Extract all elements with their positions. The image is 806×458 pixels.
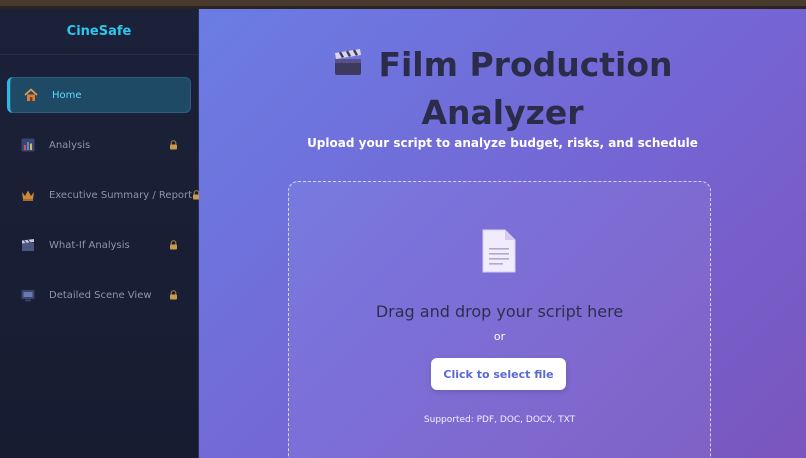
page-subtitle: Upload your script to analyze budget, ri… [307,136,698,150]
sidebar: CineSafe Home Analysis Executive Summary… [0,9,201,458]
window-top-bar [0,0,806,9]
or-text: or [493,330,506,343]
sidebar-item-what-if[interactable]: What-If Analysis [7,227,191,263]
title-line-1: Film Production [378,45,673,84]
sidebar-item-analysis[interactable]: Analysis [7,127,191,163]
house-icon [23,87,39,103]
supported-formats: Supported: PDF, DOC, DOCX, TXT [423,415,576,425]
clapper-icon [20,237,36,253]
sidebar-item-detailed-scene-view[interactable]: Detailed Scene View [7,277,191,313]
select-file-button[interactable]: Click to select file [431,358,566,390]
lock-icon [168,140,178,150]
document-icon [481,228,517,278]
title-line-2: Analyzer [421,92,584,132]
bar-chart-icon [20,137,36,153]
brand-name: CineSafe [66,24,132,39]
sidebar-item-label: Analysis [49,139,91,151]
drag-drop-text: Drag and drop your script here [375,302,624,321]
sidebar-item-label: Home [52,89,82,101]
sidebar-item-label: What-If Analysis [49,239,130,251]
crown-icon [20,187,36,203]
brand: CineSafe [0,9,198,55]
sidebar-item-executive-summary[interactable]: Executive Summary / Report [7,177,201,213]
sidebar-item-label: Executive Summary / Report [49,189,193,201]
sidebar-item-label: Detailed Scene View [49,289,152,301]
file-dropzone[interactable]: Drag and drop your script here or Click … [288,181,711,458]
lock-icon [168,240,178,250]
page-title: Film Production Analyzer [199,42,806,136]
main-content: Film Production Analyzer Upload your scr… [199,9,806,458]
lock-icon [168,290,178,300]
sidebar-item-home[interactable]: Home [7,77,191,113]
film-icon [20,287,36,303]
clapperboard-icon [332,44,364,90]
